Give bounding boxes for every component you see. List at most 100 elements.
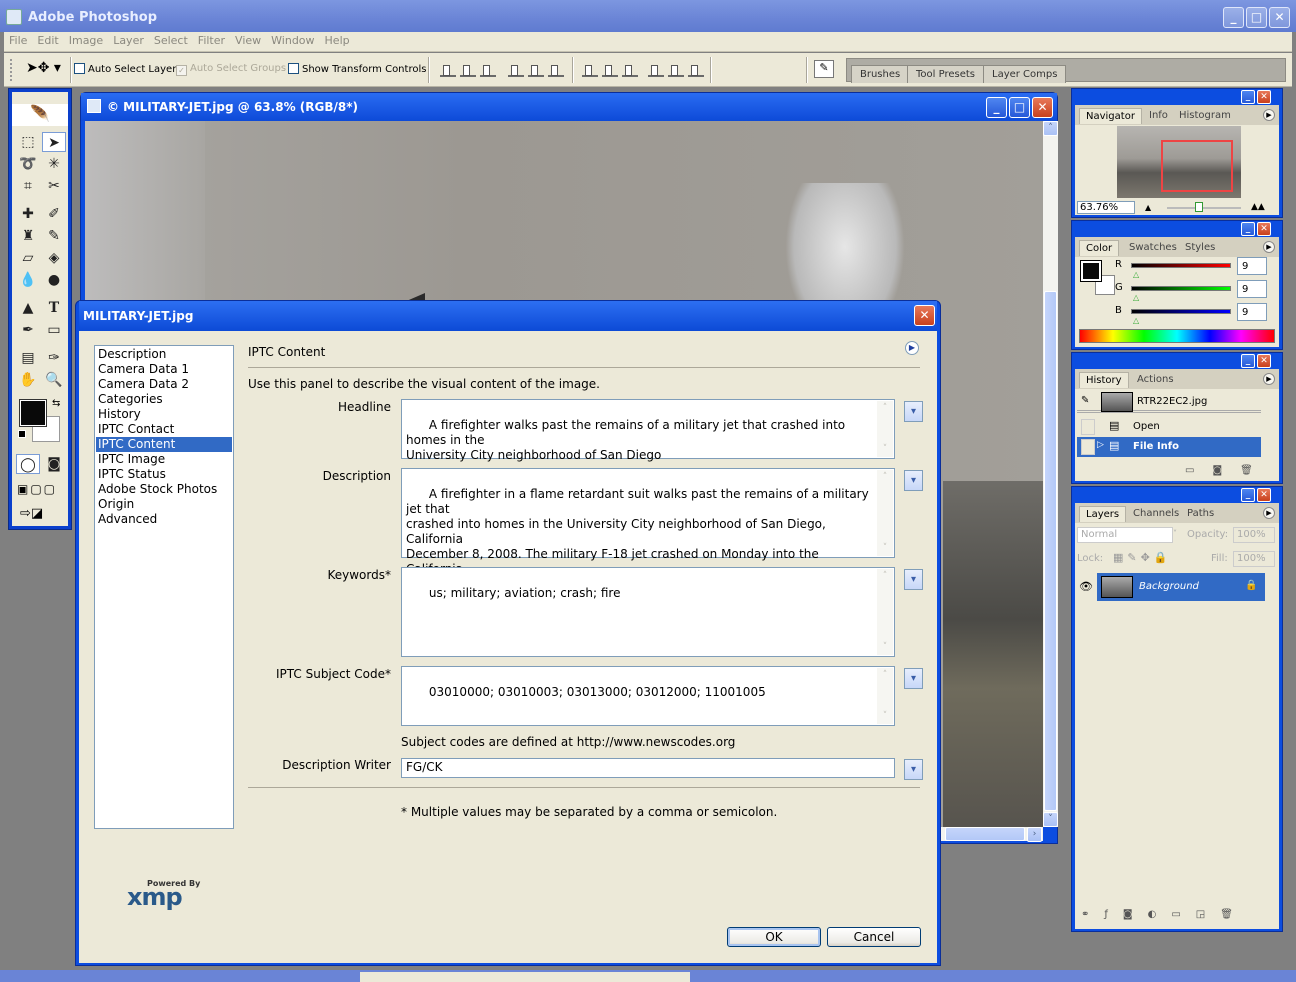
layers-minimize-button[interactable]: _ [1241, 488, 1255, 502]
close-button[interactable]: ✕ [1269, 7, 1290, 28]
layer-row-background[interactable]: 👁 Background 🔒 [1075, 573, 1265, 601]
green-slider[interactable] [1131, 286, 1231, 291]
screen-mode-icons[interactable]: ▣▢▢ [17, 482, 57, 496]
tab-histogram[interactable]: Histogram [1173, 108, 1237, 124]
swap-colors-icon[interactable]: ⇆ [52, 398, 60, 409]
feather-logo-icon[interactable]: 🪶 [12, 104, 68, 126]
navigator-menu-icon[interactable]: ▶ [1263, 109, 1275, 121]
ok-button[interactable]: OK [727, 927, 821, 947]
blend-mode-dropdown-icon[interactable]: ˅ [1173, 529, 1177, 538]
category-iptc-content[interactable]: IPTC Content [96, 437, 232, 452]
history-state-file-info[interactable]: ▷ ▤ File Info [1077, 437, 1261, 457]
align-left-edges-icon[interactable] [508, 63, 524, 77]
menu-select[interactable]: Select [149, 32, 193, 49]
notes-tool-icon[interactable]: ▤ [16, 348, 40, 368]
red-slider[interactable] [1131, 263, 1231, 268]
green-slider-thumb[interactable]: △ [1133, 293, 1139, 302]
navigator-close-button[interactable]: ✕ [1257, 90, 1271, 104]
lasso-tool-icon[interactable]: ➰ [16, 154, 40, 174]
history-close-button[interactable]: ✕ [1257, 354, 1271, 368]
headline-scrollbar[interactable]: ˄ ˅ [877, 401, 893, 457]
menu-edit[interactable]: Edit [32, 32, 63, 49]
color-minimize-button[interactable]: _ [1241, 222, 1255, 236]
tab-history[interactable]: History [1079, 372, 1129, 388]
hand-tool-icon[interactable]: ✋ [16, 370, 40, 390]
category-iptc-image[interactable]: IPTC Image [96, 452, 232, 467]
description-history-dropdown[interactable]: ▾ [904, 470, 923, 491]
category-origin[interactable]: Origin [96, 497, 232, 512]
align-horizontal-centers-icon[interactable] [528, 63, 544, 77]
cancel-button[interactable]: Cancel [827, 927, 921, 947]
dodge-tool-icon[interactable]: ● [42, 270, 66, 290]
blue-value-field[interactable]: 9 [1237, 303, 1267, 321]
standard-mode-icon[interactable]: ◯ [16, 454, 40, 474]
tab-styles[interactable]: Styles [1179, 240, 1221, 256]
description-field[interactable]: A firefighter in a flame retardant suit … [401, 468, 895, 621]
category-adobe-stock-photos[interactable]: Adobe Stock Photos [96, 482, 232, 497]
auto-select-groups-checkbox[interactable]: ✓ Auto Select Groups [176, 63, 286, 76]
vertical-scrollbar[interactable]: ˄ ˅ [1043, 121, 1058, 827]
menu-filter[interactable]: Filter [193, 32, 230, 49]
navigator-zoom-field[interactable]: 63.76% [1077, 201, 1135, 214]
headline-history-dropdown[interactable]: ▾ [904, 401, 923, 422]
tab-channels[interactable]: Channels [1127, 506, 1185, 522]
history-brush-icon[interactable]: ✎ [42, 226, 66, 246]
dialog-close-button[interactable]: ✕ [914, 305, 935, 326]
align-bottom-edges-icon[interactable] [480, 63, 496, 77]
tab-navigator[interactable]: Navigator [1079, 108, 1142, 124]
category-advanced[interactable]: Advanced [96, 512, 232, 527]
blue-slider-thumb[interactable]: △ [1133, 316, 1139, 325]
scroll-right-button[interactable]: › [1027, 827, 1042, 842]
headline-field[interactable]: A firefighter walks past the remains of … [401, 399, 895, 462]
distribute-hcenter-icon[interactable] [668, 63, 684, 77]
category-list[interactable]: Description Camera Data 1 Camera Data 2 … [94, 345, 234, 829]
file-browser-icon[interactable]: ✎ [814, 60, 834, 78]
eyedropper-tool-icon[interactable]: ✑ [42, 348, 66, 368]
color-close-button[interactable]: ✕ [1257, 222, 1271, 236]
tab-color[interactable]: Color [1079, 240, 1120, 256]
minimize-button[interactable]: _ [1223, 7, 1244, 28]
layers-footer-icons[interactable]: ⚭ƒ◙◐▭◲🗑 [1081, 909, 1248, 920]
history-state-open[interactable]: ▤ Open [1077, 417, 1261, 437]
navigator-zoom-slider-thumb[interactable] [1195, 202, 1203, 212]
tab-info[interactable]: Info [1143, 108, 1174, 124]
menu-file[interactable]: File [4, 32, 32, 49]
category-camera-data-1[interactable]: Camera Data 1 [96, 362, 232, 377]
distribute-bottom-icon[interactable] [622, 63, 638, 77]
category-camera-data-2[interactable]: Camera Data 2 [96, 377, 232, 392]
document-maximize-button[interactable]: □ [1009, 97, 1030, 118]
menu-image[interactable]: Image [64, 32, 108, 49]
category-categories[interactable]: Categories [96, 392, 232, 407]
foreground-color-box[interactable] [1080, 260, 1102, 282]
show-transform-controls-checkbox[interactable]: Show Transform Controls [288, 63, 426, 75]
zoom-tool-icon[interactable]: 🔍 [42, 370, 66, 390]
category-iptc-status[interactable]: IPTC Status [96, 467, 232, 482]
keywords-field[interactable]: us; military; aviation; crash; fire ˄ ˅ [401, 567, 895, 657]
category-iptc-contact[interactable]: IPTC Contact [96, 422, 232, 437]
history-menu-icon[interactable]: ▶ [1263, 373, 1275, 385]
category-description[interactable]: Description [96, 347, 232, 362]
magic-wand-tool-icon[interactable]: ✳ [42, 154, 66, 174]
distribute-top-icon[interactable] [582, 63, 598, 77]
align-vertical-centers-icon[interactable] [460, 63, 476, 77]
subject-code-scrollbar[interactable]: ˄ ˅ [877, 668, 893, 724]
blur-tool-icon[interactable]: 💧 [16, 270, 40, 290]
quick-mask-mode-icon[interactable]: ◙ [42, 454, 66, 474]
green-value-field[interactable]: 9 [1237, 280, 1267, 298]
rectangle-tool-icon[interactable]: ▭ [42, 320, 66, 340]
marquee-tool-icon[interactable]: ⬚ [16, 132, 40, 152]
horizontal-scroll-thumb[interactable] [945, 827, 1025, 841]
menu-layer[interactable]: Layer [108, 32, 149, 49]
keywords-history-dropdown[interactable]: ▾ [904, 569, 923, 590]
move-tool-preset-icon[interactable]: ➤✥ ▾ [26, 60, 61, 76]
color-menu-icon[interactable]: ▶ [1263, 241, 1275, 253]
navigator-view-box[interactable] [1161, 140, 1233, 192]
palette-well-tab-brushes[interactable]: Brushes [851, 65, 910, 83]
keywords-scrollbar[interactable]: ˄ ˅ [877, 569, 893, 655]
eraser-tool-icon[interactable]: ▱ [16, 248, 40, 268]
layer-visibility-eye-icon[interactable]: 👁 [1075, 573, 1097, 601]
zoom-in-icon[interactable]: ▲▲ [1251, 202, 1265, 212]
red-value-field[interactable]: 9 [1237, 257, 1267, 275]
blue-slider[interactable] [1131, 309, 1231, 314]
healing-brush-icon[interactable]: ✚ [16, 204, 40, 224]
